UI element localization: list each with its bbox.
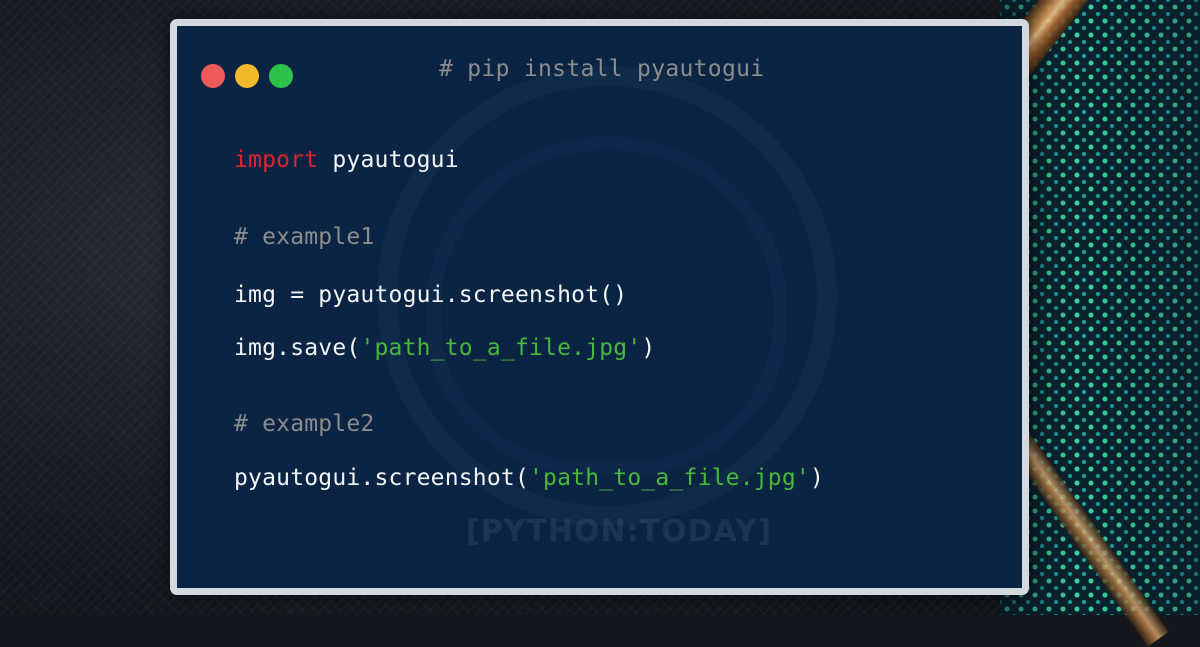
background-dot-pattern <box>1000 0 1200 615</box>
screenshot-close-paren: ) <box>809 465 825 491</box>
close-dot-icon[interactable] <box>201 64 225 88</box>
screenshot-call: pyautogui.screenshot( <box>234 465 529 491</box>
code-line-screenshot-path: pyautogui.screenshot('path_to_a_file.jpg… <box>234 465 824 491</box>
save-close-paren: ) <box>641 335 656 361</box>
window-controls <box>201 64 293 88</box>
save-call: img.save( <box>234 335 361 361</box>
save-path-string: 'path_to_a_file.jpg' <box>360 335 642 361</box>
code-comment-example1: # example1 <box>234 224 375 250</box>
import-keyword: import <box>234 147 319 173</box>
import-module: pyautogui <box>318 147 459 173</box>
code-comment-example2: # example2 <box>234 411 375 437</box>
install-comment: # pip install pyautogui <box>439 56 765 82</box>
code-line-import: import pyautogui <box>234 147 459 173</box>
maximize-dot-icon[interactable] <box>269 64 293 88</box>
brand-watermark: [PYTHON:TODAY] <box>466 514 773 549</box>
minimize-dot-icon[interactable] <box>235 64 259 88</box>
code-line-screenshot: img = pyautogui.screenshot() <box>234 282 628 308</box>
code-window: # pip install pyautogui import pyautogui… <box>170 19 1029 595</box>
screenshot-path-string: 'path_to_a_file.jpg' <box>529 465 810 491</box>
code-line-save: img.save('path_to_a_file.jpg') <box>234 335 655 361</box>
